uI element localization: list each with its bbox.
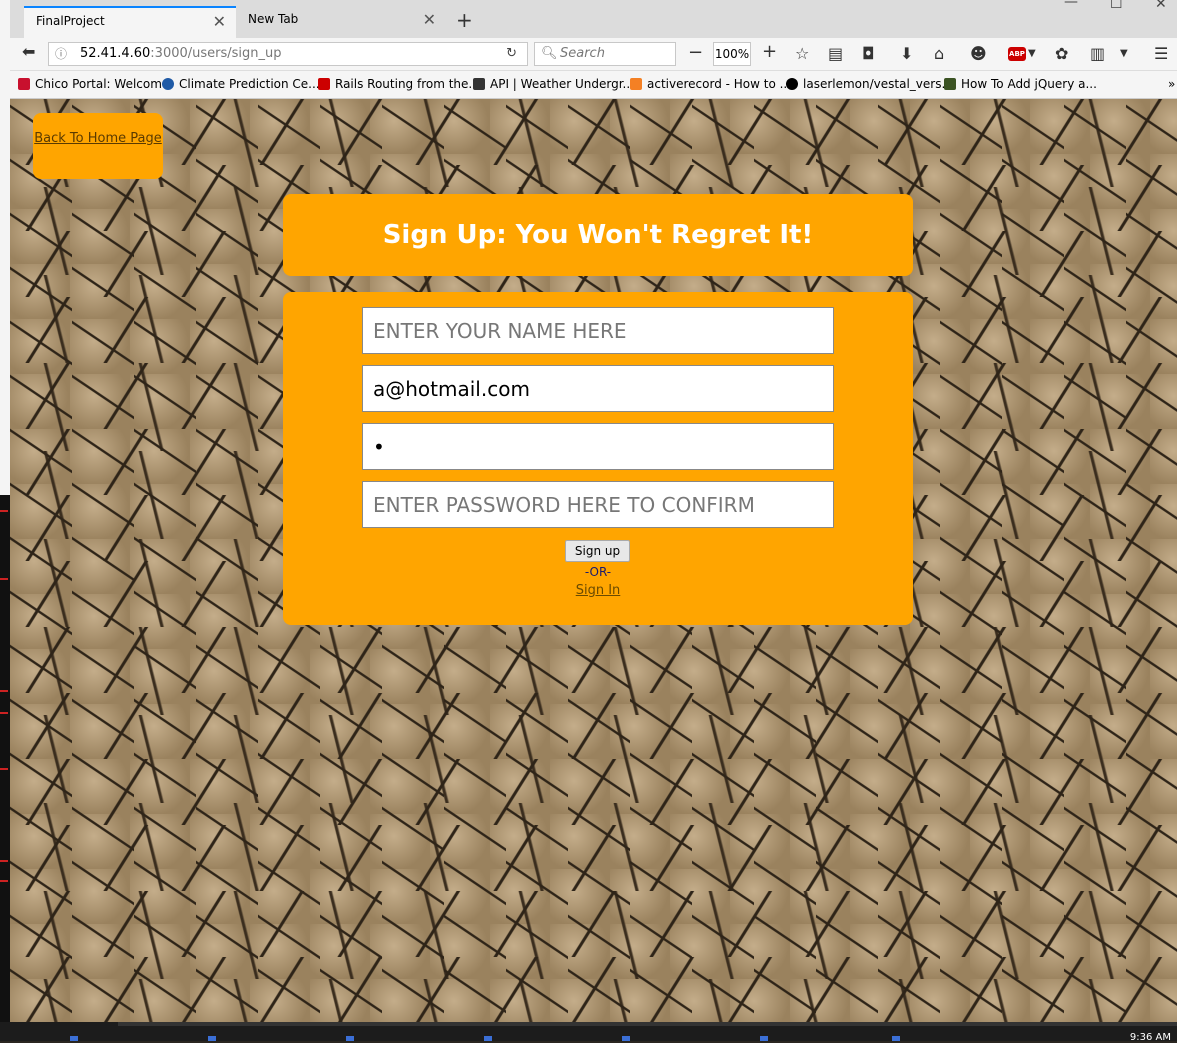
taskbar-app-icon[interactable] — [760, 1036, 768, 1041]
download-icon[interactable]: ⬇ — [900, 44, 913, 63]
page-header: Sign Up: You Won't Regret It! — [283, 194, 913, 276]
noaa-icon — [162, 78, 174, 90]
url-text: 52.41.4.60:3000/users/sign_up — [80, 46, 282, 61]
terminal-text-mark — [0, 712, 8, 714]
taskbar-app-icon[interactable] — [484, 1036, 492, 1041]
name-field[interactable] — [362, 307, 834, 354]
tab-new-tab[interactable]: New Tab ✕ — [236, 6, 446, 38]
page-title: Sign Up: You Won't Regret It! — [382, 220, 814, 250]
close-icon[interactable]: ✕ — [213, 12, 226, 31]
taskbar-app-icon[interactable] — [346, 1036, 354, 1041]
reload-icon[interactable]: ↻ — [506, 43, 517, 65]
extension-icon[interactable]: ✿ — [1055, 44, 1068, 63]
email-field[interactable] — [362, 365, 834, 412]
bookmark-item[interactable]: Chico Portal: Welcome — [18, 77, 169, 91]
bookmarks-overflow-icon[interactable]: » — [1168, 77, 1175, 91]
back-arrow-icon[interactable]: ⬅ — [22, 42, 35, 61]
adblock-icon[interactable]: ABP — [1008, 47, 1026, 61]
password-confirm-field[interactable] — [362, 481, 834, 528]
tab-finalproject[interactable]: FinalProject ✕ — [24, 6, 236, 38]
home-icon[interactable]: ⌂ — [934, 44, 944, 63]
terminal-text-mark — [0, 768, 8, 770]
bookmark-item[interactable]: API | Weather Undergr... — [473, 77, 634, 91]
clipboard-icon[interactable]: ▥ — [1090, 44, 1105, 63]
taskbar-app-icon[interactable] — [208, 1036, 216, 1041]
terminal-text-mark — [0, 860, 8, 862]
minimize-icon[interactable]: — — [1064, 0, 1078, 10]
or-separator: -OR- — [584, 565, 612, 579]
taskbar-app-icon[interactable] — [70, 1036, 78, 1041]
bookmarks-toolbar: Chico Portal: Welcome Climate Prediction… — [10, 71, 1177, 99]
bookmark-item[interactable]: laserlemon/vestal_vers... — [786, 77, 953, 91]
bookmark-star-icon[interactable]: ☆ — [795, 44, 809, 63]
bookmark-item[interactable]: Rails Routing from the... — [318, 77, 480, 91]
smiley-extension-icon[interactable]: ☻ — [970, 44, 987, 63]
new-tab-button[interactable]: + — [456, 8, 473, 32]
tab-title: FinalProject — [36, 14, 105, 28]
bookmark-item[interactable]: How To Add jQuery a... — [944, 77, 1097, 91]
menu-icon[interactable]: ☰ — [1154, 44, 1168, 63]
terminal-text-mark — [0, 880, 8, 882]
taskbar: 9:36 AM — [0, 1022, 1177, 1043]
window-close-icon[interactable]: ✕ — [1155, 0, 1167, 12]
close-icon[interactable]: ✕ — [423, 10, 436, 29]
taskbar-strip — [118, 1022, 1177, 1026]
github-icon — [786, 78, 798, 90]
zoom-out-button[interactable]: − — [688, 42, 703, 63]
pocket-icon[interactable]: ◘ — [862, 44, 875, 63]
rails-icon — [318, 78, 330, 90]
page-viewport: Back To Home Page Sign Up: You Won't Reg… — [10, 99, 1177, 1022]
dropdown-arrow-icon[interactable]: ▼ — [1120, 48, 1128, 59]
weather-icon — [473, 78, 485, 90]
maximize-icon[interactable]: ☐ — [1110, 0, 1123, 12]
terminal-text-mark — [0, 690, 8, 692]
bookmark-item[interactable]: Climate Prediction Ce... — [162, 77, 320, 91]
taskbar-clock: 9:36 AM — [1129, 1032, 1171, 1043]
search-input[interactable]: 🔍︎ Search — [534, 42, 676, 66]
back-to-home-link[interactable]: Back To Home Page — [34, 131, 162, 146]
stackoverflow-icon — [630, 78, 642, 90]
address-bar[interactable]: ⓘ 52.41.4.60:3000/users/sign_up ↻ — [48, 42, 528, 66]
search-icon: 🔍︎ — [541, 46, 558, 61]
info-icon[interactable]: ⓘ — [55, 43, 67, 65]
signup-form: Sign up -OR- Sign In — [283, 292, 913, 625]
terminal-text-mark — [0, 578, 8, 580]
tab-title: New Tab — [248, 12, 299, 26]
back-to-home-button[interactable]: Back To Home Page — [33, 113, 163, 179]
background-window-pane — [0, 0, 10, 495]
dropdown-arrow-icon[interactable]: ▼ — [1028, 48, 1036, 59]
zoom-reset-button[interactable]: 100% — [713, 42, 751, 66]
chico-icon — [18, 78, 30, 90]
taskbar-app-icon[interactable] — [892, 1036, 900, 1041]
sign-in-link[interactable]: Sign In — [576, 583, 621, 598]
reader-list-icon[interactable]: ▤ — [828, 44, 843, 63]
taskbar-app-icon[interactable] — [622, 1036, 630, 1041]
bs-icon — [944, 78, 956, 90]
navigation-bar: ⬅ ⓘ 52.41.4.60:3000/users/sign_up ↻ 🔍︎ S… — [10, 38, 1177, 71]
terminal-text-mark — [0, 510, 8, 512]
browser-window: FinalProject ✕ New Tab ✕ + — ☐ ✕ ⬅ ⓘ 52.… — [10, 0, 1177, 1022]
search-placeholder: Search — [560, 46, 605, 61]
bookmark-item[interactable]: activerecord - How to ... — [630, 77, 791, 91]
tab-strip: FinalProject ✕ New Tab ✕ + — ☐ ✕ — [10, 0, 1177, 38]
sign-up-button[interactable]: Sign up — [565, 540, 630, 562]
zoom-in-button[interactable]: + — [762, 41, 777, 62]
password-field[interactable] — [362, 423, 834, 470]
